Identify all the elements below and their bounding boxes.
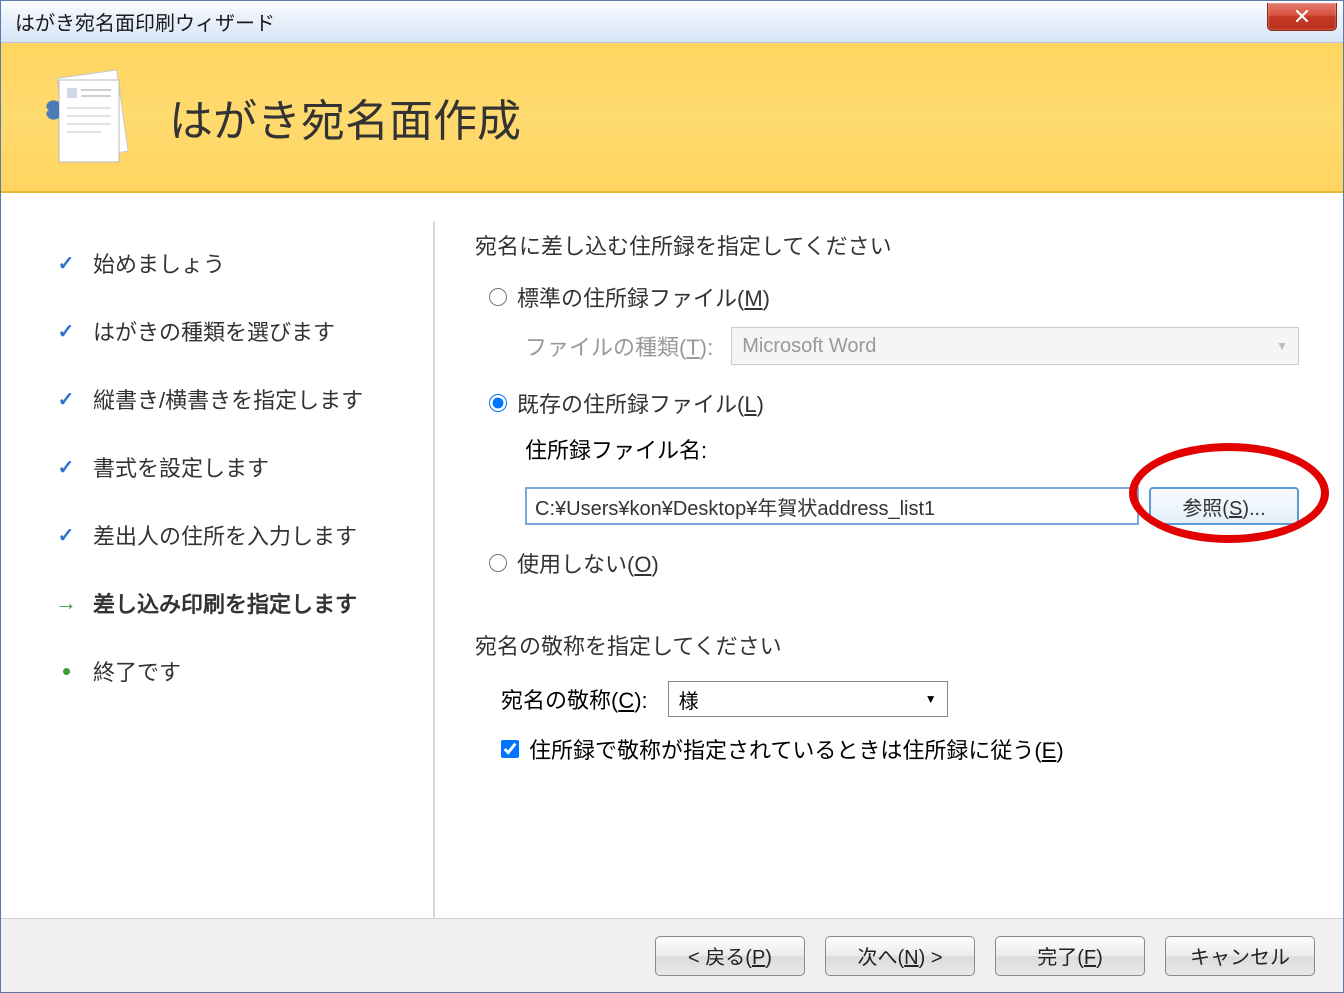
section2: 宛名の敬称を指定してください 宛名の敬称(C): 様 ▼ 住所録で敬称が指定され… <box>475 629 1299 765</box>
file-type-label: ファイルの種類(T): <box>525 330 713 362</box>
step-postcard-type: ✓ はがきの種類を選びます <box>55 297 413 365</box>
step-label: 差し込み印刷を指定します <box>93 587 357 619</box>
radio-existing-label: 既存の住所録ファイル(L) <box>517 387 764 419</box>
file-type-row: ファイルの種類(T): Microsoft Word ▼ <box>525 327 1299 365</box>
check-icon: ✓ <box>55 388 77 410</box>
back-button[interactable]: < 戻る(P) <box>655 936 805 976</box>
file-path-row: C:¥Users¥kon¥Desktop¥年賀状address_list1 参照… <box>525 487 1299 525</box>
footer: < 戻る(P) 次へ(N) > 完了(F) キャンセル <box>1 918 1343 992</box>
wizard-window: はがき宛名面印刷ウィザード はがき宛名面作成 <box>0 0 1344 993</box>
arrow-right-icon: → <box>55 592 77 614</box>
file-type-value: Microsoft Word <box>742 335 876 358</box>
header-banner: はがき宛名面作成 <box>1 43 1343 193</box>
radio-none[interactable] <box>489 554 507 572</box>
radio-none-label: 使用しない(O) <box>517 547 659 579</box>
honorific-label: 宛名の敬称(C): <box>501 683 648 715</box>
section1-title: 宛名に差し込む住所録を指定してください <box>475 229 1299 261</box>
close-icon <box>1295 9 1309 23</box>
main-panel: 宛名に差し込む住所録を指定してください 標準の住所録ファイル(M) ファイルの種… <box>435 221 1319 918</box>
check-icon: ✓ <box>55 252 77 274</box>
step-label: 差出人の住所を入力します <box>93 519 357 551</box>
step-label: 書式を設定します <box>93 451 269 483</box>
radio-none-row[interactable]: 使用しない(O) <box>489 547 1299 579</box>
follow-addressbook-row[interactable]: 住所録で敬称が指定されているときは住所録に従う(E) <box>501 733 1299 765</box>
finish-button[interactable]: 完了(F) <box>995 936 1145 976</box>
step-format: ✓ 書式を設定します <box>55 433 413 501</box>
honorific-value: 様 <box>679 685 699 714</box>
file-path-input[interactable]: C:¥Users¥kon¥Desktop¥年賀状address_list1 <box>525 487 1139 525</box>
browse-button[interactable]: 参照(S)... <box>1149 487 1299 525</box>
step-merge-print: → 差し込み印刷を指定します <box>55 569 413 637</box>
follow-addressbook-checkbox[interactable] <box>501 740 519 758</box>
file-type-select: Microsoft Word ▼ <box>731 327 1299 365</box>
radio-standard-row[interactable]: 標準の住所録ファイル(M) <box>489 281 1299 313</box>
dot-icon <box>55 660 77 682</box>
cancel-button[interactable]: キャンセル <box>1165 936 1315 976</box>
step-label: 終了です <box>93 655 181 687</box>
next-button[interactable]: 次へ(N) > <box>825 936 975 976</box>
file-name-label: 住所録ファイル名: <box>525 433 707 465</box>
step-label: 縦書き/横書きを指定します <box>93 383 363 415</box>
wizard-steps-sidebar: ✓ 始めましょう ✓ はがきの種類を選びます ✓ 縦書き/横書きを指定します ✓… <box>25 221 435 918</box>
radio-standard-label: 標準の住所録ファイル(M) <box>517 281 770 313</box>
document-icon <box>41 62 141 172</box>
address-source-group: 標準の住所録ファイル(M) ファイルの種類(T): Microsoft Word… <box>489 281 1299 579</box>
check-icon: ✓ <box>55 524 77 546</box>
section2-title: 宛名の敬称を指定してください <box>475 629 1299 661</box>
titlebar: はがき宛名面印刷ウィザード <box>1 1 1343 43</box>
step-start: ✓ 始めましょう <box>55 229 413 297</box>
radio-standard[interactable] <box>489 288 507 306</box>
check-icon: ✓ <box>55 456 77 478</box>
step-label: 始めましょう <box>93 247 225 279</box>
file-name-label-row: 住所録ファイル名: <box>525 433 1299 465</box>
step-orientation: ✓ 縦書き/横書きを指定します <box>55 365 413 433</box>
radio-existing[interactable] <box>489 394 507 412</box>
header-title: はがき宛名面作成 <box>169 85 521 149</box>
chevron-down-icon: ▼ <box>1276 339 1288 353</box>
honorific-row: 宛名の敬称(C): 様 ▼ <box>501 681 1299 717</box>
step-label: はがきの種類を選びます <box>93 315 335 347</box>
step-finish: 終了です <box>55 637 413 705</box>
check-icon: ✓ <box>55 320 77 342</box>
window-title: はがき宛名面印刷ウィザード <box>15 7 275 36</box>
follow-addressbook-label: 住所録で敬称が指定されているときは住所録に従う(E) <box>529 733 1064 765</box>
honorific-select[interactable]: 様 ▼ <box>668 681 948 717</box>
close-button[interactable] <box>1267 3 1337 31</box>
step-sender-address: ✓ 差出人の住所を入力します <box>55 501 413 569</box>
radio-existing-row[interactable]: 既存の住所録ファイル(L) <box>489 387 1299 419</box>
chevron-down-icon: ▼ <box>925 692 937 706</box>
content-area: ✓ 始めましょう ✓ はがきの種類を選びます ✓ 縦書き/横書きを指定します ✓… <box>1 193 1343 918</box>
